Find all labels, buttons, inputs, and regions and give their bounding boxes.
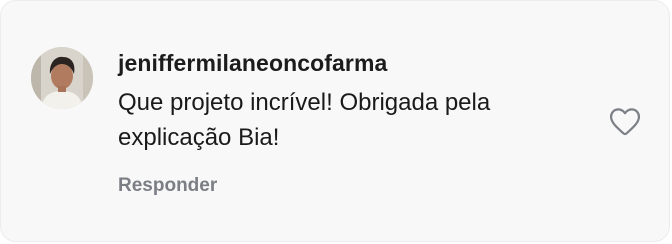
comment-text: Que projeto incrível! Obrigada pela expl…: [118, 89, 491, 151]
reply-button[interactable]: Responder: [118, 175, 217, 197]
avatar[interactable]: [31, 47, 93, 109]
comment-card: jeniffermilaneoncofarma Que projeto incr…: [0, 0, 670, 242]
heart-outline-icon[interactable]: [608, 105, 642, 137]
user-avatar-icon: [31, 47, 93, 109]
comment-username[interactable]: jeniffermilaneoncofarma: [118, 50, 387, 77]
